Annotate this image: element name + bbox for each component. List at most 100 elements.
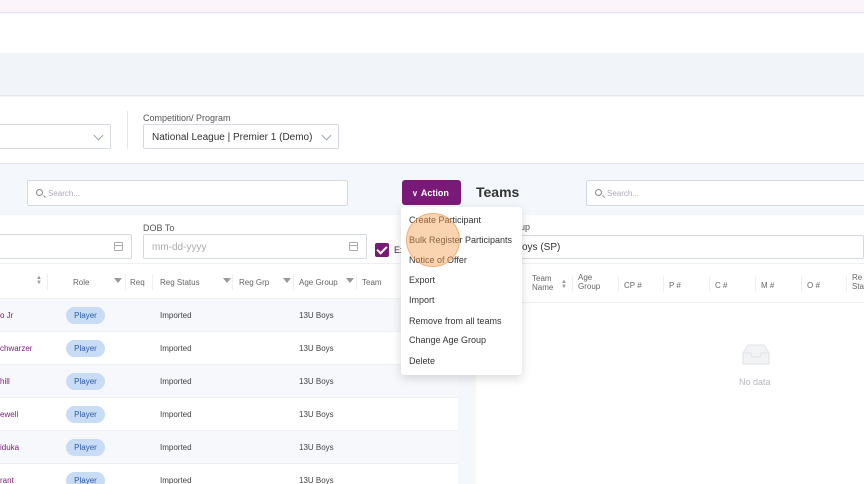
participant-name[interactable]: iduka: [0, 443, 19, 452]
dob-to-label: DOB To: [143, 223, 175, 233]
table-row[interactable]: ewell Player Imported 13U Boys: [0, 398, 458, 431]
col-cp: CP #: [624, 281, 642, 290]
reg-status: Imported: [160, 311, 192, 320]
chevron-down-icon: [93, 130, 104, 141]
table-row[interactable]: chwarzer Player Imported 13U Boys: [0, 332, 458, 365]
calendar-icon: [349, 242, 358, 251]
filter-divider: [127, 111, 128, 149]
column-separator: [801, 276, 802, 292]
dob-to-input[interactable]: mm-dd-yyyy: [143, 234, 367, 259]
top-bar: [0, 14, 864, 53]
sort-icon[interactable]: ▲ ▼: [561, 279, 567, 290]
table-row[interactable]: iduka Player Imported 13U Boys: [0, 431, 458, 464]
col-team-name: Team Name: [532, 274, 554, 292]
col-reg-status: Reg Status: [160, 278, 200, 287]
menu-item-change-age-group[interactable]: Change Age Group: [409, 335, 486, 345]
exclude-checkbox[interactable]: [375, 243, 389, 257]
click-highlight: [406, 213, 460, 267]
participant-name[interactable]: o Jr: [0, 311, 13, 320]
empty-inbox-icon: [742, 344, 770, 365]
no-data-text: No data: [739, 377, 771, 387]
age-group: 13U Boys: [299, 410, 334, 419]
competition-select[interactable]: National League | Premier 1 (Demo): [143, 124, 339, 149]
reg-status: Imported: [160, 377, 192, 386]
participant-name[interactable]: chwarzer: [0, 344, 32, 353]
col-reg-status: Re Sta: [852, 273, 864, 291]
column-separator: [755, 276, 756, 292]
col-o: O #: [807, 281, 820, 290]
action-button-label: Action: [420, 188, 449, 198]
age-group: 13U Boys: [299, 311, 334, 320]
dob-to-placeholder: mm-dd-yyyy: [152, 242, 207, 253]
competition-label: Competition/ Program: [143, 113, 231, 123]
table-row[interactable]: hill Player Imported 13U Boys: [0, 365, 458, 398]
reg-status: Imported: [160, 344, 192, 353]
filter-icon[interactable]: [114, 278, 122, 283]
role-badge: Player: [66, 373, 105, 390]
age-group: 13U Boys: [299, 476, 334, 484]
menu-item-delete[interactable]: Delete: [409, 356, 435, 366]
filter-icon[interactable]: [283, 278, 291, 283]
participant-name[interactable]: hill: [0, 377, 10, 386]
filter-band: [0, 97, 864, 164]
role-badge: Player: [66, 307, 105, 324]
competition-value: National League | Premier 1 (Demo): [152, 132, 313, 143]
action-button[interactable]: ∨ Action: [402, 180, 461, 205]
filter-icon[interactable]: [223, 278, 231, 283]
double-chevron-down-icon: ∨: [412, 189, 418, 198]
top-strip: [0, 0, 864, 13]
col-age-group: Age Group: [578, 273, 601, 291]
reg-status: Imported: [160, 443, 192, 452]
col-req: Req: [130, 278, 145, 287]
participants-search-input[interactable]: Search...: [27, 180, 348, 206]
teams-title: Teams: [476, 184, 520, 200]
column-separator: [846, 276, 847, 292]
col-p: P #: [669, 281, 681, 290]
search-icon: [595, 189, 602, 196]
menu-item-remove-from-all-teams[interactable]: Remove from all teams: [409, 316, 502, 326]
menu-item-export[interactable]: Export: [409, 275, 435, 285]
column-separator: [356, 274, 357, 290]
participants-table-header: ▲ ▼ Role Req Reg Status Reg Grp Age Group…: [0, 263, 458, 299]
col-m: M #: [761, 281, 775, 290]
age-group-filter-select[interactable]: oys (SP): [476, 235, 864, 259]
column-separator: [152, 274, 153, 290]
dob-from-input[interactable]: [0, 234, 132, 259]
col-role: Role: [73, 278, 90, 287]
age-group: 13U Boys: [299, 377, 334, 386]
col-team: Team: [362, 278, 382, 287]
column-separator: [572, 276, 573, 292]
role-badge: Player: [66, 439, 105, 456]
age-group: 13U Boys: [299, 344, 334, 353]
filter-icon[interactable]: [346, 278, 354, 283]
search-placeholder: Search...: [48, 189, 81, 198]
reg-status: Imported: [160, 476, 192, 484]
age-group: 13U Boys: [299, 443, 334, 452]
role-badge: Player: [66, 472, 105, 484]
table-row[interactable]: rant Player Imported 13U Boys: [0, 464, 458, 484]
col-age-group: Age Group: [299, 278, 338, 287]
participant-name[interactable]: rant: [0, 476, 14, 484]
role-badge: Player: [66, 340, 105, 357]
teams-search-input[interactable]: Search...: [586, 180, 864, 206]
column-separator: [618, 276, 619, 292]
search-icon: [36, 189, 43, 196]
column-separator: [47, 274, 48, 290]
participant-name[interactable]: ewell: [0, 410, 18, 419]
search-placeholder: Search...: [607, 189, 640, 198]
menu-item-import[interactable]: Import: [409, 295, 435, 305]
sort-icon[interactable]: ▲ ▼: [36, 275, 42, 286]
column-separator: [125, 274, 126, 290]
column-separator: [709, 276, 710, 292]
column-separator: [663, 276, 664, 292]
column-separator: [232, 274, 233, 290]
chevron-down-icon: [321, 130, 332, 141]
role-badge: Player: [66, 406, 105, 423]
filter-select-left[interactable]: [0, 124, 111, 149]
calendar-icon: [114, 242, 123, 251]
reg-status: Imported: [160, 410, 192, 419]
header-band: [0, 53, 864, 96]
col-c: C #: [715, 281, 728, 290]
age-group-filter-value: oys (SP): [522, 242, 561, 253]
table-row[interactable]: o Jr Player Imported 13U Boys: [0, 299, 458, 332]
